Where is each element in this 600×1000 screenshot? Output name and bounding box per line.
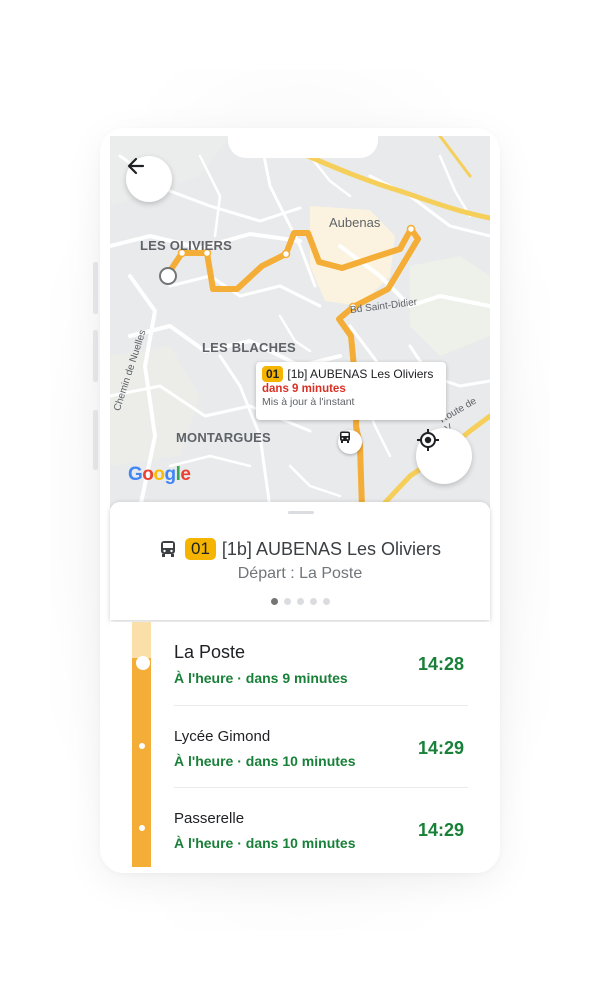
back-button[interactable] <box>126 156 172 202</box>
route-name: [1b] AUBENAS Les Oliviers <box>221 538 441 559</box>
stop-row[interactable]: La Poste À l'heure · dans 9 minutes 14:2… <box>110 622 490 706</box>
line-badge: 01 <box>262 366 284 382</box>
bus-icon <box>160 541 175 557</box>
route-title: 01 [1b] AUBENAS Les Oliviers <box>110 538 490 560</box>
bus-info-bubble[interactable]: 01 [1b] AUBENAS Les Oliviers dans 9 minu… <box>256 362 446 420</box>
bus-marker[interactable] <box>338 430 362 454</box>
page-dot[interactable] <box>296 598 304 605</box>
stop-time: 14:29 <box>418 820 465 840</box>
bus-icon <box>340 431 350 443</box>
line-badge: 01 <box>184 538 216 560</box>
page-dot[interactable] <box>270 598 278 605</box>
page-dot[interactable] <box>322 598 330 605</box>
stop-row[interactable]: Passerelle À l'heure · dans 10 minutes 1… <box>110 788 490 870</box>
bubble-updated: Mis à jour à l'instant <box>262 396 355 408</box>
map-district-label: LES OLIVIERS <box>140 238 232 253</box>
stop-name: La Poste <box>174 642 246 662</box>
phone-side-button <box>93 330 98 382</box>
phone-side-button <box>93 410 98 470</box>
arrow-left-icon <box>127 157 145 175</box>
stop-node <box>139 825 145 831</box>
my-location-button[interactable] <box>416 428 472 484</box>
stop-status: À l'heure · dans 9 minutes <box>174 670 348 686</box>
stop-status: À l'heure · dans 10 minutes <box>174 835 356 851</box>
map-district-label: LES BLACHES <box>202 340 296 355</box>
departure-label: Départ : La Poste <box>237 565 363 582</box>
stop-name: Lycée Gimond <box>174 728 271 745</box>
phone-side-button <box>93 262 98 314</box>
crosshair-icon <box>417 429 439 451</box>
google-logo: Google <box>128 464 191 485</box>
stop-name: Passerelle <box>174 810 245 827</box>
drag-handle[interactable] <box>288 511 314 514</box>
phone-frame: Aubenas LES OLIVIERS LES BLACHES MONTARG… <box>100 128 500 873</box>
map-town-label: Aubenas <box>329 215 381 230</box>
stop-node <box>139 743 145 749</box>
page-indicator[interactable] <box>110 598 490 605</box>
stop-time: 14:29 <box>418 738 465 758</box>
stop-time: 14:28 <box>418 654 465 674</box>
stop-status: À l'heure · dans 10 minutes <box>174 753 356 769</box>
stop-row[interactable]: Lycée Gimond À l'heure · dans 10 minutes… <box>110 706 490 788</box>
bubble-eta: dans 9 minutes <box>262 383 346 395</box>
stop-node-current <box>136 656 150 670</box>
phone-notch <box>228 136 378 158</box>
stops-list[interactable]: La Poste À l'heure · dans 9 minutes 14:2… <box>110 622 490 873</box>
map-district-label: MONTARGUES <box>176 430 271 445</box>
route-info-sheet[interactable]: 01 [1b] AUBENAS Les Oliviers Départ : La… <box>110 502 490 620</box>
page-dot[interactable] <box>283 598 291 605</box>
page-dot[interactable] <box>309 598 317 605</box>
map-view[interactable]: Aubenas LES OLIVIERS LES BLACHES MONTARG… <box>110 136 490 508</box>
bubble-title: [1b] AUBENAS Les Oliviers <box>287 367 434 381</box>
